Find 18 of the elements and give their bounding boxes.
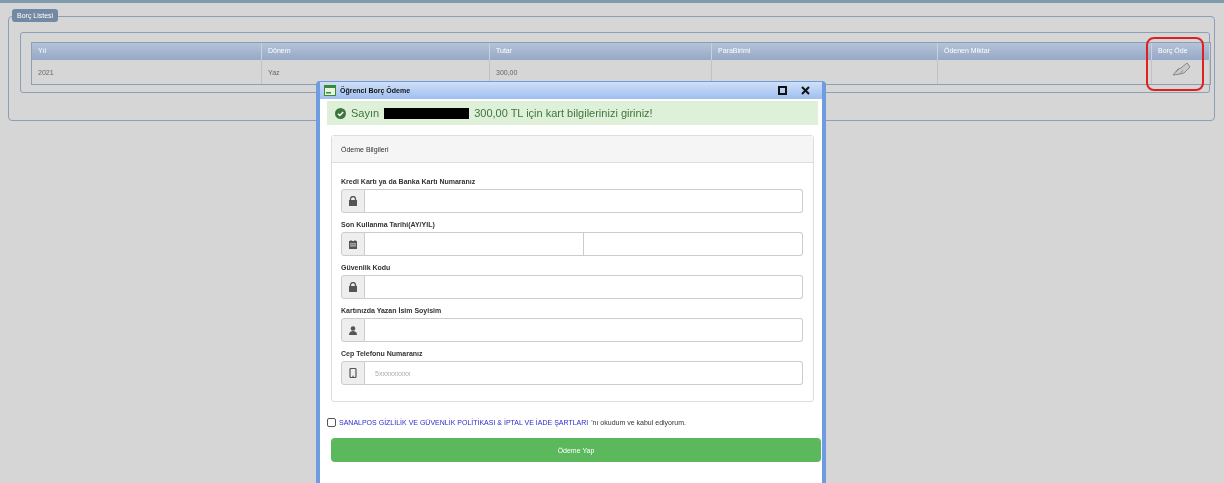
date-field[interactable] [365, 232, 584, 256]
alert-text: 300,00 TL için kart bilgilerinizi giriniz! [474, 107, 653, 119]
user-icon [348, 325, 358, 335]
lock-icon [348, 196, 358, 206]
checkbox[interactable] [327, 418, 336, 427]
lock-icon [348, 282, 358, 292]
window-icon [324, 85, 336, 96]
alert-text: Sayın [351, 107, 380, 119]
input-field[interactable] [365, 189, 803, 213]
payment-icon[interactable] [1170, 62, 1191, 78]
date-field[interactable] [584, 232, 803, 256]
close-icon[interactable] [801, 86, 810, 95]
maximize-icon[interactable] [778, 86, 787, 95]
check-circle-icon [335, 107, 346, 119]
phone-icon [348, 368, 358, 378]
input-field[interactable] [365, 318, 803, 342]
calendar-icon [348, 239, 358, 249]
input-field[interactable] [365, 275, 803, 299]
